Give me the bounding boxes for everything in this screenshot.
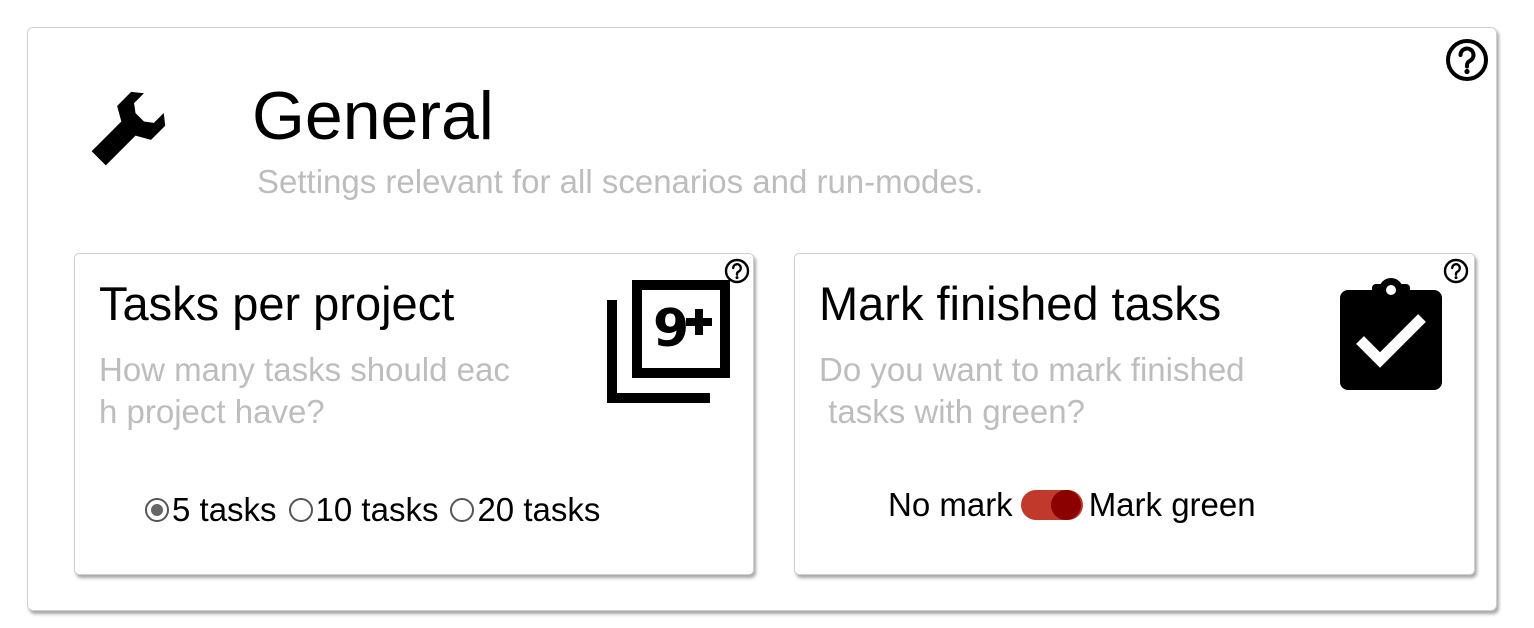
filter-9-plus-icon: 9	[607, 280, 730, 403]
mark-finished-tasks-description: Do you want to mark finished tasks with …	[819, 351, 1245, 430]
radio-20-tasks[interactable]: 20 tasks	[450, 491, 600, 529]
help-icon[interactable]	[1445, 38, 1489, 82]
mark-green-toggle[interactable]	[1020, 490, 1083, 520]
toggle-knob[interactable]	[1050, 490, 1081, 520]
radio-label: 10 tasks	[315, 491, 439, 528]
toggle-off-label: No mark	[888, 486, 1013, 523]
radio-button[interactable]	[145, 498, 169, 522]
radio-10-tasks[interactable]: 10 tasks	[288, 491, 439, 529]
page-subtitle: Settings relevant for all scenarios and …	[257, 163, 984, 200]
radio-label: 5 tasks	[172, 491, 277, 528]
clipboard-check-icon	[1340, 278, 1442, 390]
tasks-per-project-title: Tasks per project	[99, 277, 455, 330]
page-title: General	[252, 78, 494, 154]
radio-button[interactable]	[450, 498, 475, 522]
tasks-per-project-description: How many tasks should eac h project have…	[99, 351, 510, 430]
svg-text:9: 9	[653, 299, 689, 359]
radio-5-tasks[interactable]: 5 tasks	[145, 491, 277, 529]
help-icon[interactable]	[1443, 258, 1469, 284]
wrench-icon	[91, 91, 166, 166]
toggle-on-label: Mark green	[1088, 486, 1256, 523]
radio-button[interactable]	[288, 498, 313, 522]
radio-label: 20 tasks	[477, 491, 601, 528]
mark-finished-toggle-row: No mark Mark green	[888, 483, 1256, 527]
mark-finished-tasks-title: Mark finished tasks	[819, 277, 1222, 330]
tasks-per-project-radio-group: 5 tasks 10 tasks 20 tasks	[145, 488, 612, 532]
